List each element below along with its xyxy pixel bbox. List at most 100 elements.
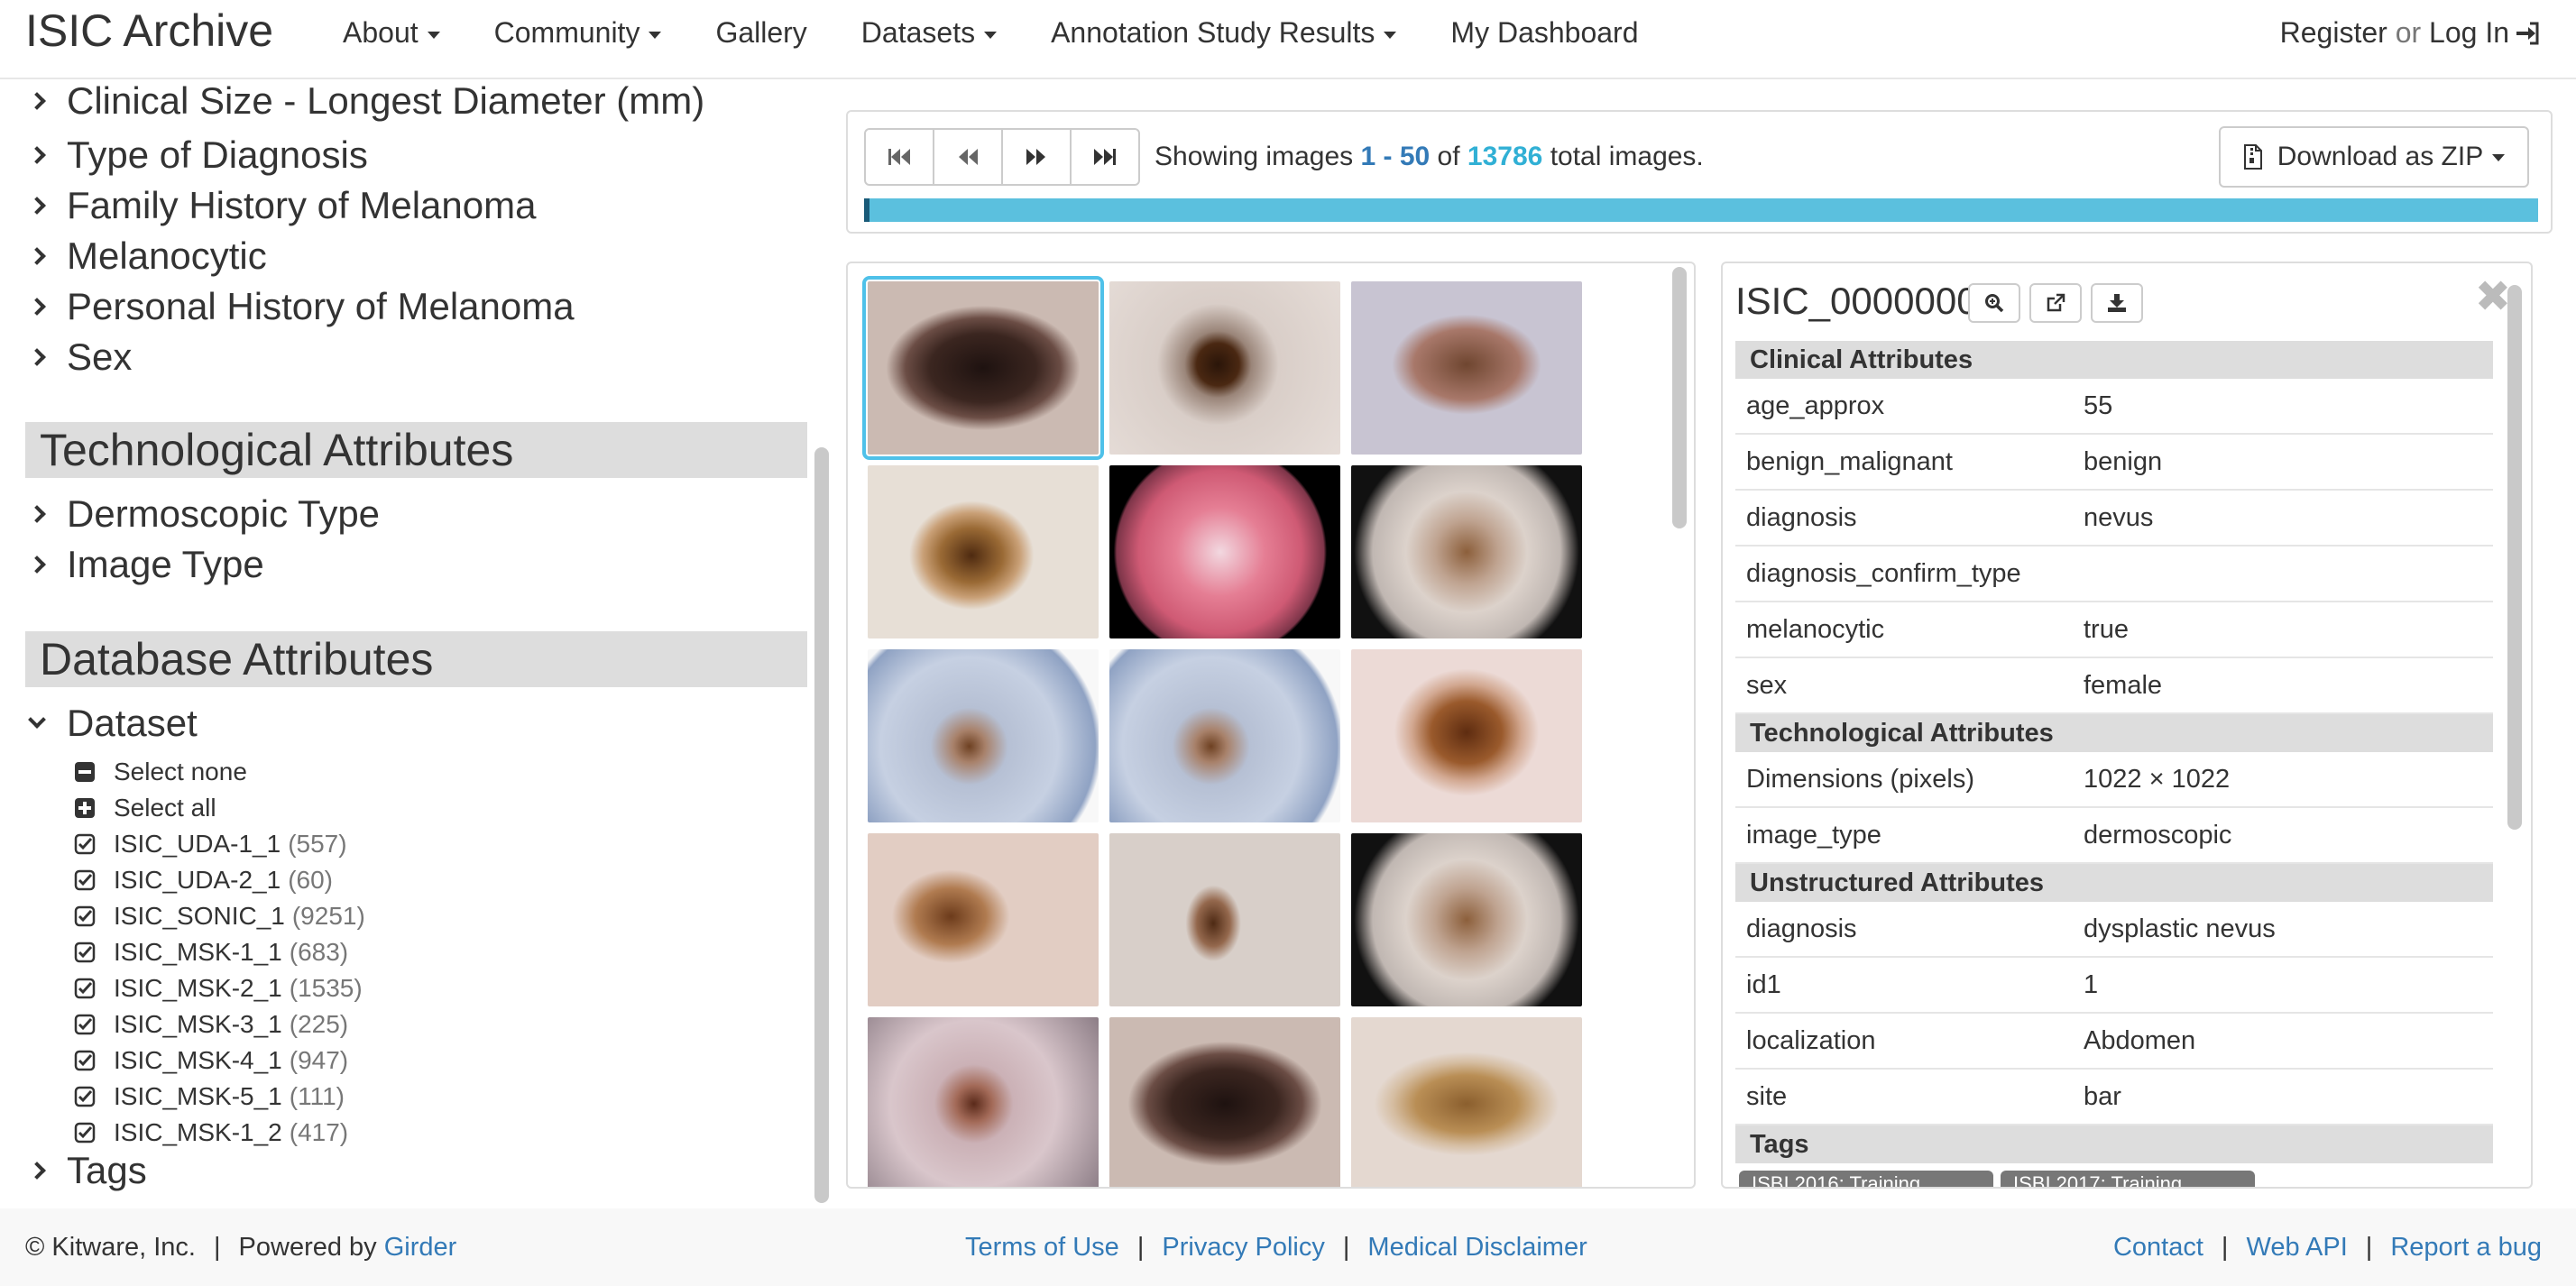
last-page-button[interactable] — [1070, 128, 1140, 186]
dataset-name: ISIC_MSK-4_1 — [114, 1046, 282, 1074]
image-thumbnail[interactable] — [868, 465, 1099, 638]
open-external-button[interactable] — [2029, 283, 2082, 323]
nav-datasets[interactable]: Datasets — [834, 13, 1024, 52]
checked-box-icon — [74, 1122, 96, 1144]
image-thumbnail[interactable] — [1109, 281, 1340, 455]
image-thumbnail[interactable] — [1109, 465, 1340, 638]
next-page-button[interactable] — [1001, 128, 1072, 186]
image-thumbnail[interactable] — [1351, 833, 1582, 1006]
facet-label: Clinical Size - Longest Diameter (mm) — [67, 81, 705, 122]
image-thumbnail[interactable] — [1351, 465, 1582, 638]
facet-tags[interactable]: Tags — [28, 1145, 147, 1196]
facet-clinical-size[interactable]: Clinical Size - Longest Diameter (mm) — [28, 81, 705, 126]
first-page-button[interactable] — [864, 128, 934, 186]
download-image-button[interactable] — [2091, 283, 2143, 323]
download-zip-button[interactable]: Download as ZIP — [2219, 126, 2529, 188]
dataset-checkbox-item[interactable]: ISIC_UDA-1_1 (557) — [74, 826, 347, 862]
page-footer: © Kitware, Inc. | Powered by Girder Terms … — [0, 1208, 2576, 1286]
girder-link[interactable]: Girder — [384, 1233, 457, 1262]
facet-label: Personal History of Melanoma — [67, 285, 575, 327]
brand-logo[interactable]: ISIC Archive — [25, 4, 273, 58]
image-thumbnail[interactable] — [868, 1017, 1099, 1187]
zoom-button[interactable] — [1968, 283, 2020, 323]
caret-down-icon — [1384, 31, 1397, 39]
select-all[interactable]: Select all — [74, 790, 216, 826]
dataset-checkbox-item[interactable]: ISIC_SONIC_1 (9251) — [74, 898, 365, 934]
nav-community[interactable]: Community — [467, 13, 689, 52]
web-api-link[interactable]: Web API — [2246, 1233, 2347, 1262]
medical-disclaimer-link[interactable]: Medical Disclaimer — [1367, 1233, 1587, 1262]
facet-family-history[interactable]: Family History of Melanoma — [28, 180, 537, 231]
register-link[interactable]: Register — [2280, 16, 2387, 49]
facet-melanocytic[interactable]: Melanocytic — [28, 231, 267, 281]
select-none[interactable]: Select none — [74, 754, 247, 790]
chevron-right-icon — [28, 1162, 46, 1180]
facet-dermoscopic-type[interactable]: Dermoscopic Type — [28, 489, 381, 539]
privacy-policy-link[interactable]: Privacy Policy — [1162, 1233, 1325, 1262]
dataset-checkbox-item[interactable]: ISIC_MSK-4_1 (947) — [74, 1043, 348, 1079]
attribute-row: image_type dermoscopic — [1735, 808, 2493, 864]
facet-personal-history[interactable]: Personal History of Melanoma — [28, 281, 575, 332]
grid-scrollbar[interactable] — [1672, 267, 1687, 528]
attribute-key: melanocytic — [1746, 615, 1885, 644]
nav-gallery[interactable]: Gallery — [688, 13, 833, 52]
facet-type-of-diagnosis[interactable]: Type of Diagnosis — [28, 130, 368, 180]
facet-sex[interactable]: Sex — [28, 332, 132, 382]
image-thumbnail[interactable] — [1109, 649, 1340, 822]
forward-icon — [1026, 149, 1045, 165]
checked-box-icon — [74, 1050, 96, 1071]
separator: | — [2365, 1233, 2373, 1262]
sidebar-scrollbar[interactable] — [814, 447, 829, 1203]
previous-page-button[interactable] — [933, 128, 1003, 186]
auth-links: Register or Log In — [2280, 13, 2540, 52]
dataset-name: ISIC_UDA-1_1 — [114, 830, 281, 858]
dataset-name: ISIC_SONIC_1 — [114, 902, 285, 930]
tag-badge[interactable]: ISBI 2016: Training — [1739, 1171, 1993, 1187]
nav-my-dashboard[interactable]: My Dashboard — [1423, 13, 1665, 52]
login-link[interactable]: Log In — [2429, 16, 2540, 49]
footer-left: © Kitware, Inc. | Powered by Girder — [25, 1208, 456, 1286]
close-icon[interactable]: ✖ — [2475, 272, 2511, 323]
checked-box-icon — [74, 1086, 96, 1107]
fast-forward-icon — [1094, 149, 1116, 165]
facet-label: Family History of Melanoma — [67, 184, 537, 226]
image-detail-panel: ISIC_0000000 ✖ Clinical Attributes age_ap… — [1721, 262, 2533, 1189]
attribute-value: 1 — [2084, 970, 2099, 999]
dataset-name: ISIC_MSK-1_2 — [114, 1118, 282, 1146]
footer-right: Contact | Web API | Report a bug — [2113, 1208, 2542, 1286]
dataset-checkbox-item[interactable]: ISIC_MSK-1_1 (683) — [74, 934, 348, 970]
terms-of-use-link[interactable]: Terms of Use — [965, 1233, 1119, 1262]
attribute-row: site bar — [1735, 1070, 2493, 1125]
image-thumbnail[interactable] — [1351, 1017, 1582, 1187]
detail-scrollbar[interactable] — [2507, 285, 2522, 830]
nav-annotation-study-results[interactable]: Annotation Study Results — [1024, 13, 1423, 52]
nav-annotation-label: Annotation Study Results — [1051, 16, 1375, 49]
progress-bar — [864, 198, 2538, 222]
image-thumbnail[interactable] — [1109, 1017, 1340, 1187]
dataset-checkbox-item[interactable]: ISIC_UDA-2_1 (60) — [74, 862, 333, 898]
checked-box-icon — [74, 869, 96, 891]
sign-in-icon — [2516, 22, 2539, 45]
nav-about[interactable]: About — [316, 13, 467, 52]
facet-label: Dermoscopic Type — [67, 492, 381, 535]
image-thumbnail[interactable] — [1351, 649, 1582, 822]
report-bug-link[interactable]: Report a bug — [2390, 1233, 2542, 1262]
facet-image-type[interactable]: Image Type — [28, 539, 264, 590]
image-thumbnail[interactable] — [1351, 281, 1582, 455]
facet-dataset[interactable]: Dataset — [28, 698, 198, 749]
image-thumbnail[interactable] — [868, 833, 1099, 1006]
dataset-checkbox-item[interactable]: ISIC_MSK-5_1 (111) — [74, 1079, 345, 1115]
contact-link[interactable]: Contact — [2113, 1233, 2203, 1262]
tag-badge[interactable]: ISBI 2017: Training — [2001, 1171, 2255, 1187]
showing-range: 1 - 50 — [1360, 142, 1431, 171]
checked-box-icon — [74, 833, 96, 855]
dataset-checkbox-item[interactable]: ISIC_MSK-2_1 (1535) — [74, 970, 363, 1006]
dataset-checkbox-item[interactable]: ISIC_MSK-3_1 (225) — [74, 1006, 348, 1043]
image-thumbnail[interactable] — [1109, 833, 1340, 1006]
image-thumbnail[interactable] — [862, 276, 1104, 460]
attribute-key: image_type — [1746, 821, 1881, 850]
attribute-key: benign_malignant — [1746, 447, 1953, 476]
pager-buttons — [864, 128, 1140, 186]
image-thumbnail[interactable] — [868, 649, 1099, 822]
separator: | — [1342, 1233, 1350, 1262]
